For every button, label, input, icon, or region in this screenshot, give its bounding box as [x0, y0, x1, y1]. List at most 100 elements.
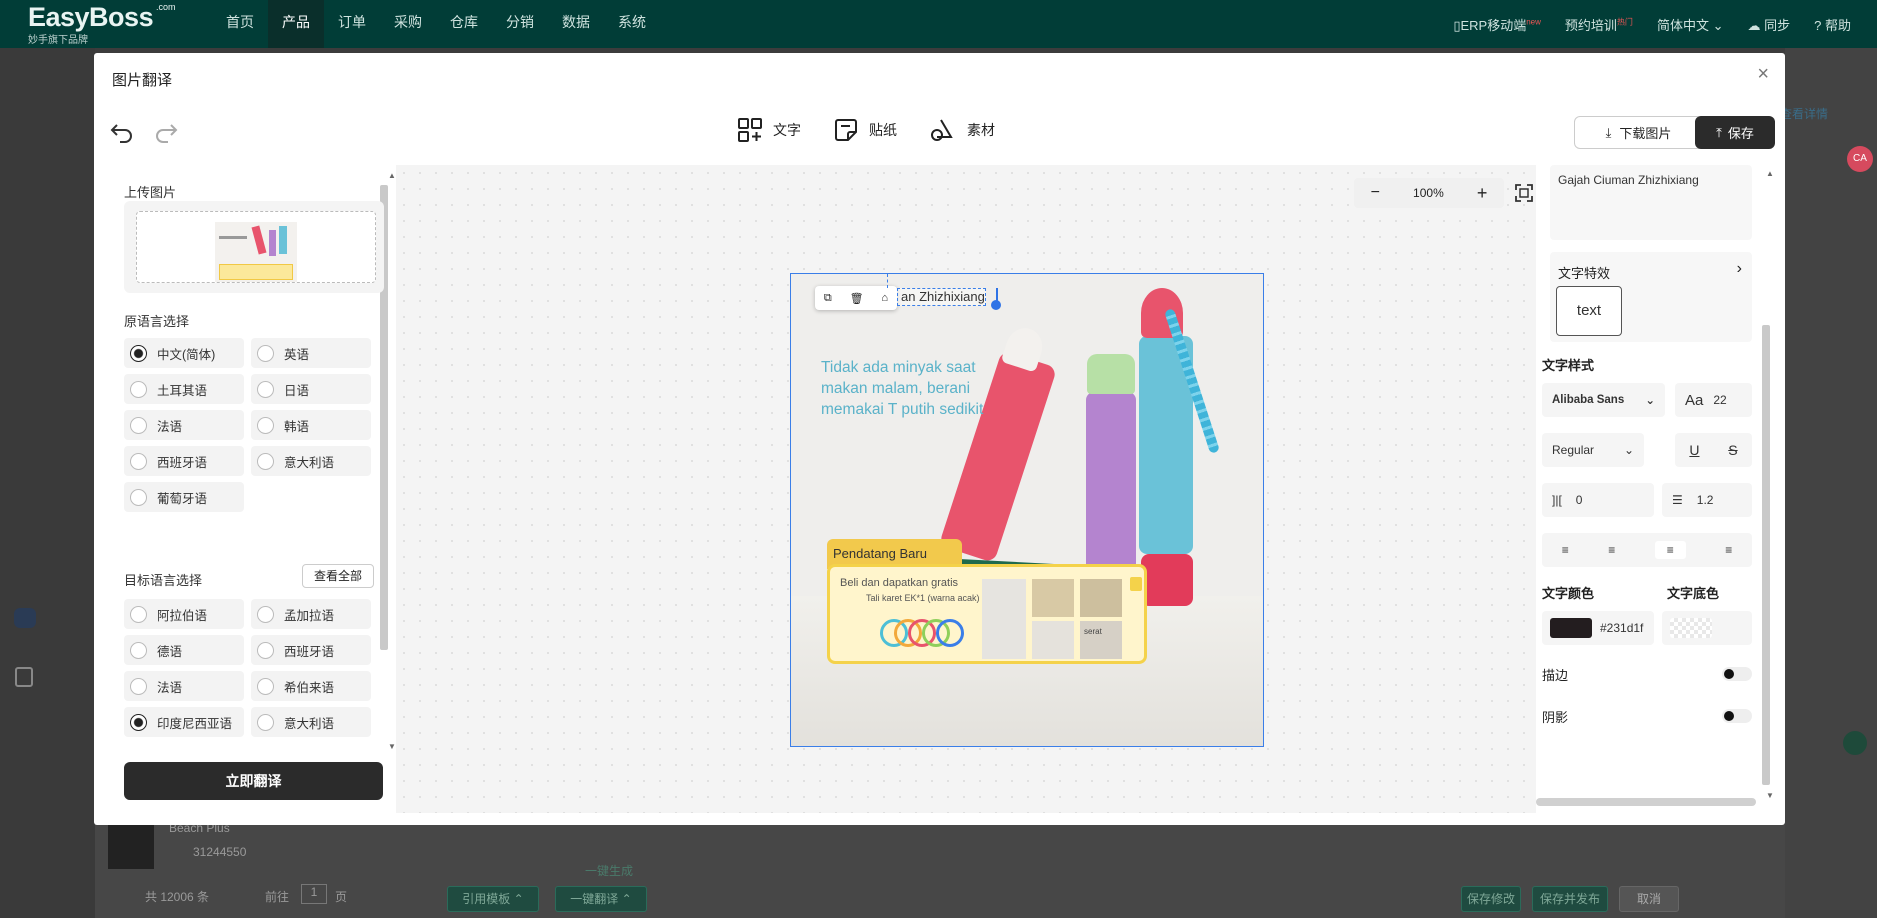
cite-template-button[interactable]: 引用模板 ⌃: [447, 886, 539, 912]
selected-text-box[interactable]: an Zhizhixiang: [897, 288, 986, 306]
promo-line-1[interactable]: Beli dan dapatkan gratis: [840, 577, 958, 589]
source-lang-tr[interactable]: 土耳其语: [124, 374, 244, 404]
rotate-handle[interactable]: [887, 274, 888, 288]
save-publish-button[interactable]: 保存并发布: [1532, 886, 1608, 912]
target-lang-fr[interactable]: 法语: [124, 671, 244, 701]
font-size-input[interactable]: Aa 22: [1675, 383, 1752, 417]
radio-dot: [130, 605, 147, 623]
nav-data[interactable]: 数据: [548, 0, 604, 48]
source-lang-fr[interactable]: 法语: [124, 410, 244, 440]
target-lang-bn[interactable]: 孟加拉语: [251, 599, 371, 629]
copy-icon[interactable]: ⧉: [824, 292, 832, 305]
help-link[interactable]: ? 帮助: [1814, 15, 1851, 34]
scroll-up-arrow[interactable]: ▲: [388, 171, 396, 180]
image-artboard[interactable]: Tidak ada minyak saat makan malam, beran…: [790, 273, 1264, 747]
source-lang-es[interactable]: 西班牙语: [124, 446, 244, 476]
text-color-picker[interactable]: #231d1f: [1542, 611, 1654, 645]
translate-float-icon[interactable]: CA: [1847, 146, 1873, 172]
redo-icon[interactable]: [152, 117, 180, 145]
material-tool-button[interactable]: 素材: [929, 117, 995, 143]
target-lang-de[interactable]: 德语: [124, 635, 244, 665]
target-lang-it[interactable]: 意大利语: [251, 707, 371, 737]
cancel-button[interactable]: 取消: [1619, 886, 1679, 912]
undo-icon[interactable]: [108, 117, 136, 145]
stroke-toggle[interactable]: [1722, 667, 1752, 681]
source-lang-pt[interactable]: 葡萄牙语: [124, 482, 244, 512]
align-right-icon[interactable]: ≡: [1654, 541, 1686, 559]
delete-icon[interactable]: 🗑: [850, 292, 864, 305]
underline-icon[interactable]: U: [1689, 442, 1699, 458]
upload-dropzone[interactable]: [136, 211, 376, 283]
one-click-generate-link[interactable]: 一键生成: [585, 862, 633, 879]
source-lang-en[interactable]: 英语: [251, 338, 371, 368]
line-height-input[interactable]: ☰ 1.2: [1662, 483, 1752, 517]
product-cap-green: [1087, 354, 1135, 394]
training-link[interactable]: 预约培训热门: [1565, 15, 1633, 34]
strikethrough-icon[interactable]: S: [1728, 442, 1737, 458]
text-effect-preview[interactable]: text: [1556, 286, 1622, 336]
target-lang-ar[interactable]: 阿拉伯语: [124, 599, 244, 629]
download-image-button[interactable]: ⤓ 下载图片: [1574, 116, 1703, 149]
resize-handle[interactable]: [991, 300, 1001, 310]
zoom-out-icon[interactable]: −: [1371, 184, 1380, 202]
one-click-translate-button[interactable]: 一键翻译 ⌃: [555, 886, 647, 912]
close-icon[interactable]: ×: [1757, 63, 1769, 86]
language-dropdown[interactable]: 简体中文 ⌄: [1657, 15, 1724, 34]
source-lang-zh[interactable]: 中文(简体): [124, 338, 244, 368]
target-lang-he[interactable]: 希伯来语: [251, 671, 371, 701]
target-lang-es[interactable]: 西班牙语: [251, 635, 371, 665]
right-scroll-up[interactable]: ▲: [1766, 169, 1774, 178]
font-weight-select[interactable]: Regular ⌄: [1542, 433, 1644, 467]
scroll-down-arrow[interactable]: ▼: [388, 742, 396, 751]
fabric-swatch-4: serat: [1080, 621, 1122, 659]
nav-system[interactable]: 系统: [604, 0, 660, 48]
letter-spacing-input[interactable]: ]|[ 0: [1542, 483, 1654, 517]
zoom-in-icon[interactable]: +: [1477, 183, 1488, 204]
promo-line-2[interactable]: Tali karet EK*1 (warna acak): [866, 593, 980, 603]
source-lang-ja[interactable]: 日语: [251, 374, 371, 404]
nav-home[interactable]: 首页: [212, 0, 268, 48]
save-button[interactable]: ⤒ 保存: [1695, 116, 1775, 149]
nav-orders[interactable]: 订单: [324, 0, 380, 48]
align-justify-icon[interactable]: ≡: [1725, 543, 1732, 557]
page-input[interactable]: 1: [301, 884, 327, 904]
save-changes-button[interactable]: 保存修改: [1461, 886, 1521, 912]
nav-purchase[interactable]: 采购: [380, 0, 436, 48]
user-avatar[interactable]: [1843, 731, 1867, 755]
editor-canvas[interactable]: − 100% + Tidak ada minyak saat makan mal…: [396, 165, 1577, 813]
horizontal-scrollbar[interactable]: [1536, 798, 1756, 806]
sticker-tool-button[interactable]: 贴纸: [833, 117, 897, 143]
nav-products[interactable]: 产品: [268, 0, 324, 48]
upload-area[interactable]: [124, 201, 384, 293]
align-center-icon[interactable]: ≡: [1608, 543, 1615, 557]
right-scroll-down[interactable]: ▼: [1766, 791, 1774, 800]
translated-product-text[interactable]: Tidak ada minyak saat makan malam, beran…: [821, 357, 1001, 420]
radio-dot: [257, 641, 274, 659]
mobile-erp-link[interactable]: ▯ERP移动端new: [1453, 15, 1541, 34]
target-lang-id[interactable]: 印度尼西亚语: [124, 707, 244, 737]
text-content-field[interactable]: Gajah Ciuman Zhizhixiang: [1550, 165, 1752, 240]
text-tool-button[interactable]: 文字: [737, 117, 801, 143]
text-bg-color-picker[interactable]: [1662, 611, 1752, 645]
font-size-icon: Aa: [1685, 391, 1704, 409]
logo[interactable]: EasyBoss .com 妙手旗下品牌: [28, 2, 176, 46]
source-lang-ko[interactable]: 韩语: [251, 410, 371, 440]
sync-link[interactable]: ☁ 同步: [1747, 15, 1790, 34]
chevron-right-icon[interactable]: ›: [1737, 260, 1742, 278]
view-all-button[interactable]: 查看全部: [302, 564, 374, 588]
background-bottom: Beach Plus 31244550 共 12006 条 前往 1 页 一键生…: [95, 815, 1785, 918]
shadow-toggle[interactable]: [1722, 709, 1752, 723]
nav-distribution[interactable]: 分销: [492, 0, 548, 48]
notes-icon[interactable]: [15, 667, 33, 687]
new-badge: new: [1526, 17, 1541, 27]
robot-icon[interactable]: [14, 608, 36, 628]
fit-screen-icon[interactable]: [1509, 178, 1539, 208]
view-details-link[interactable]: 查看详情: [1780, 105, 1828, 122]
retouch-icon[interactable]: ⌂: [881, 292, 888, 304]
nav-warehouse[interactable]: 仓库: [436, 0, 492, 48]
source-lang-it[interactable]: 意大利语: [251, 446, 371, 476]
font-family-select[interactable]: Alibaba Sans ⌄: [1542, 383, 1665, 417]
align-left-icon[interactable]: ≡: [1562, 543, 1569, 557]
translate-now-button[interactable]: 立即翻译: [124, 762, 383, 800]
right-scrollbar[interactable]: [1762, 325, 1770, 785]
